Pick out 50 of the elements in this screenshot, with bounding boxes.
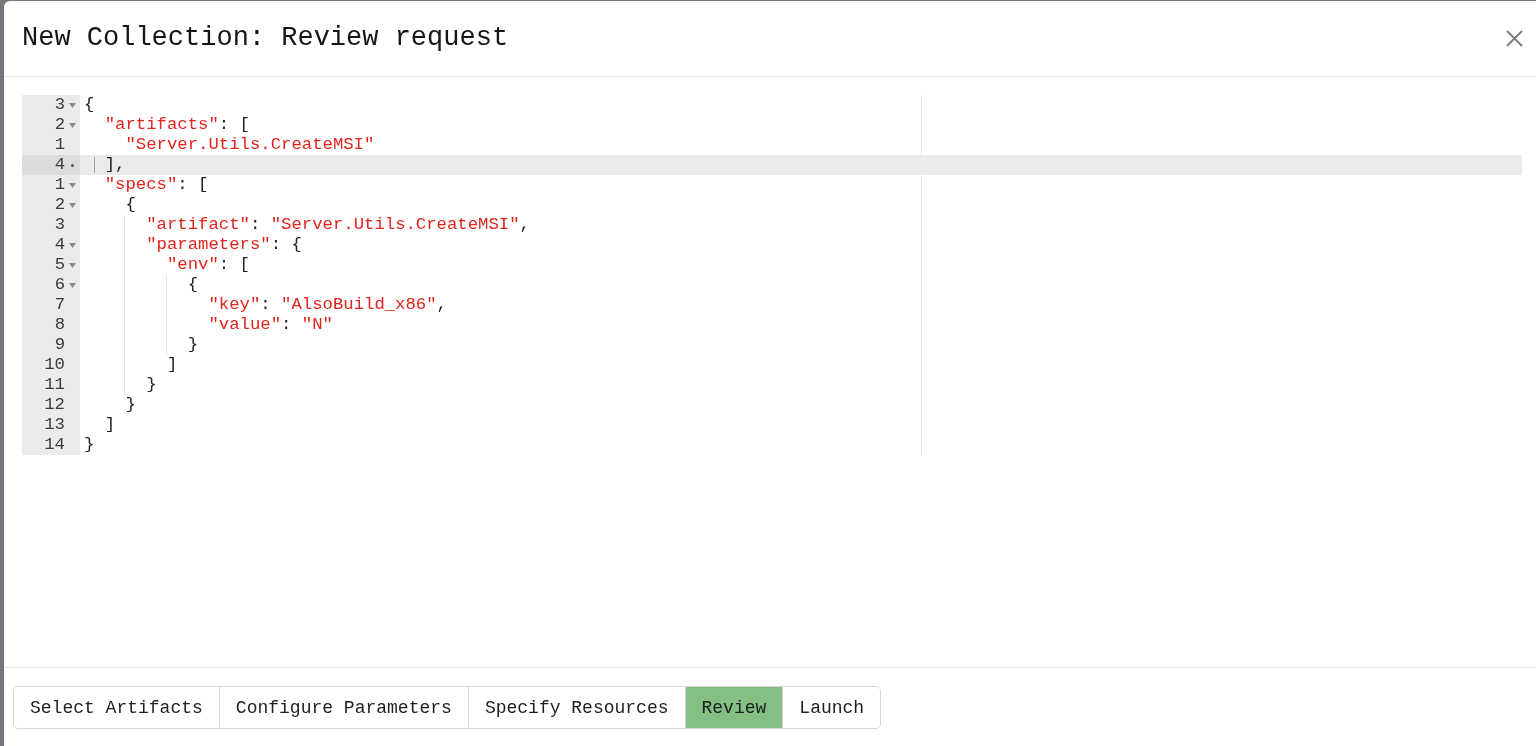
code-line: "Server.Utils.CreateMSI" (125, 135, 375, 155)
code-line: ] (166, 355, 178, 375)
line-number: 9 (54, 335, 65, 355)
caret-down-icon[interactable] (69, 263, 76, 268)
caret-down-icon[interactable] (69, 103, 76, 108)
code-line: } (146, 375, 157, 395)
dot-icon[interactable] (71, 164, 74, 167)
step-tab[interactable]: Review (685, 687, 784, 728)
line-number: 4 (54, 155, 65, 175)
code-line: "specs": [ (104, 175, 209, 195)
line-number: 7 (54, 295, 65, 315)
line-number: 2 (54, 195, 65, 215)
code-line: { (187, 275, 199, 295)
close-icon (1505, 30, 1523, 47)
code-line: ], (104, 155, 126, 175)
line-number: 14 (44, 435, 65, 455)
line-number: 5 (54, 255, 65, 275)
line-number: 13 (44, 415, 65, 435)
line-number: 6 (54, 275, 65, 295)
code-line: "parameters": { (146, 235, 302, 255)
code-line: } (125, 395, 136, 415)
code-line: } (84, 435, 95, 455)
code-line: { (125, 195, 136, 215)
step-tab[interactable]: Select Artifacts (14, 687, 220, 728)
line-number: 8 (54, 315, 65, 335)
code-line: "env": [ (166, 255, 250, 275)
line-number: 10 (44, 355, 65, 375)
caret-down-icon[interactable] (69, 283, 76, 288)
code-line: "artifact": "Server.Utils.CreateMSI", (146, 215, 530, 235)
code-line: ] (104, 415, 116, 435)
caret-down-icon[interactable] (69, 243, 76, 248)
code-line: { (84, 95, 95, 115)
line-number: 1 (54, 135, 65, 155)
line-number: 11 (44, 375, 65, 395)
line-number: 2 (54, 115, 65, 135)
caret-down-icon[interactable] (69, 203, 76, 208)
line-number: 12 (44, 395, 65, 415)
code-line: } (187, 335, 199, 355)
line-number: 4 (54, 235, 65, 255)
caret-down-icon[interactable] (69, 123, 76, 128)
code-line: "key": "AlsoBuild_x86", (208, 295, 447, 315)
dialog-title: New Collection: Review request (22, 25, 509, 52)
code-line: "artifacts": [ (104, 115, 250, 135)
caret-down-icon[interactable] (69, 183, 76, 188)
close-button[interactable] (1504, 28, 1524, 49)
line-number: 3 (54, 95, 65, 115)
line-number: 1 (54, 175, 65, 195)
code-line: "value": "N" (208, 315, 333, 335)
text-cursor (94, 157, 96, 173)
line-number: 3 (54, 215, 65, 235)
